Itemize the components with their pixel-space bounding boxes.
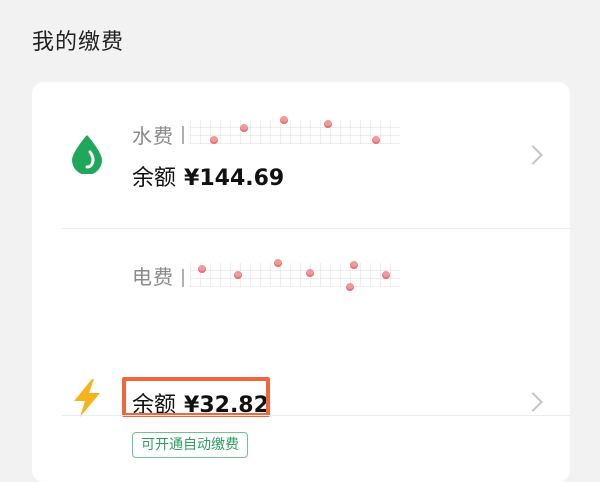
chevron-right-icon [523, 145, 543, 165]
bill-name-water: 水费 [132, 124, 174, 148]
bill-item-placeholder[interactable] [32, 416, 570, 482]
account-number-masked [182, 116, 412, 144]
water-drop-icon [72, 135, 102, 174]
section-title: 我的缴费 [32, 30, 125, 55]
bill-item-water[interactable]: 水费 余额 ¥144.69 [32, 82, 570, 228]
balance-label: 余额 [132, 166, 177, 191]
balance-amount: ¥144.69 [184, 166, 285, 191]
bill-item-electricity[interactable]: 电费 余额 ¥32.82 可开通自动缴费 [32, 229, 570, 458]
bill-name-electricity: 电费 [132, 265, 174, 289]
bills-card: 水费 余额 ¥144.69 电费 余额 ¥32.82 可开通自动缴费 [32, 82, 570, 482]
chevron-right-icon [523, 392, 543, 412]
lightning-icon [74, 379, 100, 417]
balance-water: 余额 ¥144.69 [132, 160, 284, 192]
account-number-masked [182, 259, 412, 291]
